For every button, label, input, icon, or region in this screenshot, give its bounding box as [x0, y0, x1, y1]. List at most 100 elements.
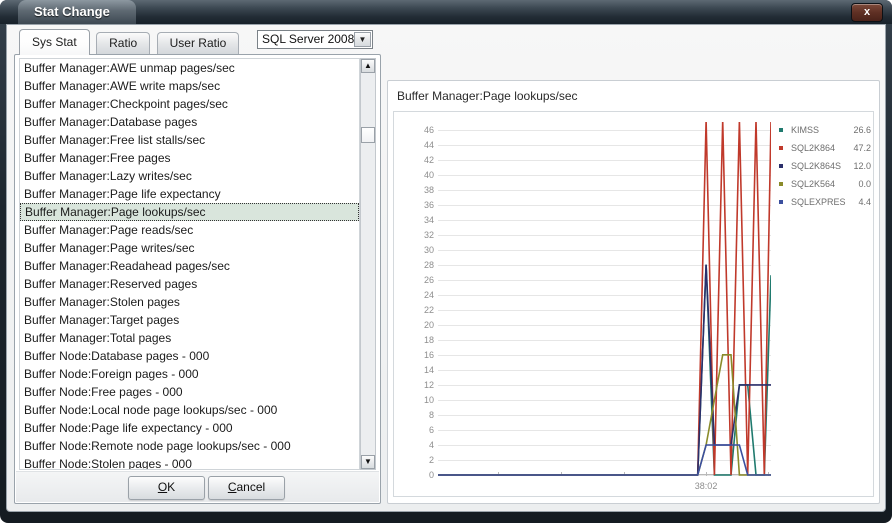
list-item[interactable]: Buffer Manager:Page lookups/sec — [20, 203, 359, 221]
stat-change-window: Stat Change x Sys Stat Ratio User Ratio … — [0, 0, 892, 523]
ok-rest: K — [167, 480, 176, 494]
ok-button[interactable]: OK — [128, 476, 205, 500]
scroll-up-icon[interactable]: ▲ — [361, 59, 375, 73]
list-item[interactable]: Buffer Manager:Free pages — [20, 149, 359, 167]
y-axis-tick-label: 20 — [423, 319, 434, 330]
list-item[interactable]: Buffer Manager:Total pages — [20, 329, 359, 347]
y-axis-tick-label: 8 — [428, 409, 434, 420]
dialog-button-bar: OK Cancel — [16, 471, 379, 502]
list-item[interactable]: Buffer Manager:Target pages — [20, 311, 359, 329]
chart-line-sqlexpres — [438, 444, 771, 476]
list-item[interactable]: Buffer Manager:Free list stalls/sec — [20, 131, 359, 149]
legend-series-value: 4.4 — [858, 197, 871, 207]
legend-series-name: KIMSS — [791, 125, 820, 135]
y-axis-tick-label: 42 — [423, 154, 434, 165]
cancel-button[interactable]: Cancel — [208, 476, 285, 500]
list-item[interactable]: Buffer Manager:AWE unmap pages/sec — [20, 59, 359, 77]
chart-legend: KIMSS 26.6 SQL2K864 47.2 SQL2K864S 12.0 SQL2K5… — [779, 122, 871, 212]
y-axis-tick-label: 22 — [423, 304, 434, 315]
legend-marker-icon — [779, 128, 783, 132]
x-axis-tick-label: 38:02 — [694, 481, 718, 491]
list-item[interactable]: Buffer Node:Database pages - 000 — [20, 347, 359, 365]
legend-series-value: 47.2 — [853, 143, 871, 153]
tab-strip: Sys Stat Ratio User Ratio — [19, 29, 241, 55]
y-axis-tick-label: 38 — [423, 184, 434, 195]
counter-list-scrollbar[interactable]: ▲ ▼ — [360, 58, 376, 470]
y-axis-tick-label: 14 — [423, 364, 434, 375]
tab-sys-stat[interactable]: Sys Stat — [19, 29, 90, 55]
legend-marker-icon — [779, 164, 783, 168]
server-version-value: SQL Server 2008 — [262, 32, 355, 46]
y-axis-tick-label: 46 — [423, 124, 434, 135]
y-axis-tick-label: 24 — [423, 289, 434, 300]
legend-item[interactable]: SQL2K864 47.2 — [779, 140, 871, 158]
tab-ratio[interactable]: Ratio — [96, 32, 151, 55]
legend-item[interactable]: SQL2K864S 12.0 — [779, 158, 871, 176]
legend-marker-icon — [779, 200, 783, 204]
cancel-rest: ancel — [236, 480, 266, 494]
list-item[interactable]: Buffer Manager:Lazy writes/sec — [20, 167, 359, 185]
chart-plot: 0 2 4 6 8 10 12 14 16 18 20 22 24 26 28 30 32 34 36 38 40 42 4… — [424, 122, 771, 491]
y-axis-tick-label: 4 — [428, 439, 434, 450]
list-item[interactable]: Buffer Manager:Page writes/sec — [20, 239, 359, 257]
chevron-down-icon[interactable]: ▼ — [354, 32, 371, 47]
y-axis-tick-label: 16 — [423, 349, 434, 360]
chart-title: Buffer Manager:Page lookups/sec — [397, 89, 578, 103]
legend-series-value: 12.0 — [853, 161, 871, 171]
legend-item[interactable]: SQL2K564 0.0 — [779, 176, 871, 194]
y-axis-tick-label: 40 — [423, 169, 434, 180]
list-item[interactable]: Buffer Node:Stolen pages - 000 — [20, 455, 359, 469]
y-axis-tick-label: 44 — [423, 139, 434, 150]
close-icon[interactable]: x — [851, 3, 883, 22]
list-item[interactable]: Buffer Manager:Page life expectancy — [20, 185, 359, 203]
chart-line-sql2k864 — [438, 122, 771, 476]
y-axis-tick-label: 26 — [423, 274, 434, 285]
legend-series-name: SQL2K864S — [791, 161, 842, 171]
y-axis-tick-label: 10 — [423, 394, 434, 405]
list-item[interactable]: Buffer Manager:AWE write maps/sec — [20, 77, 359, 95]
y-axis-tick-label: 18 — [423, 334, 434, 345]
legend-item[interactable]: SQLEXPRES 4.4 — [779, 194, 871, 212]
legend-series-name: SQL2K864 — [791, 143, 836, 153]
chart-line-sql2k564 — [438, 354, 771, 476]
legend-series-value: 0.0 — [858, 179, 871, 189]
tab-user-ratio[interactable]: User Ratio — [156, 32, 240, 55]
list-item[interactable]: Buffer Manager:Readahead pages/sec — [20, 257, 359, 275]
chart-series-layer — [438, 122, 771, 476]
server-version-select[interactable]: SQL Server 2008 ▼ — [257, 30, 373, 49]
list-item[interactable]: Buffer Node:Remote node page lookups/sec… — [20, 437, 359, 455]
chart-panel: Buffer Manager:Page lookups/sec 0 2 4 6 8 10 1… — [387, 80, 880, 504]
y-axis-tick-label: 36 — [423, 199, 434, 210]
window-titlebar: Stat Change x — [0, 0, 892, 24]
y-axis-tick-label: 6 — [428, 424, 434, 435]
y-axis-tick-label: 0 — [428, 470, 434, 480]
dialog-client-area: Sys Stat Ratio User Ratio SQL Server 200… — [6, 24, 886, 512]
y-axis-tick-label: 12 — [423, 379, 434, 390]
scrollbar-thumb[interactable] — [361, 127, 375, 143]
list-item[interactable]: Buffer Manager:Reserved pages — [20, 275, 359, 293]
list-item[interactable]: Buffer Manager:Stolen pages — [20, 293, 359, 311]
chart-area: 0 2 4 6 8 10 12 14 16 18 20 22 24 26 28 30 32 34 36 38 40 42 4… — [393, 111, 874, 497]
legend-item[interactable]: KIMSS 26.6 — [779, 122, 871, 140]
y-axis-tick-label: 2 — [428, 454, 434, 465]
legend-marker-icon — [779, 182, 783, 186]
counter-listbox[interactable]: Buffer Manager:AWE unmap pages/sec Buffer… — [19, 58, 360, 470]
legend-series-value: 26.6 — [853, 125, 871, 135]
legend-series-name: SQLEXPRES — [791, 197, 846, 207]
window-title: Stat Change — [18, 0, 136, 24]
y-axis-tick-label: 30 — [423, 244, 434, 255]
ok-accel: O — [157, 480, 168, 494]
chart-line-sql2k864s — [438, 264, 771, 476]
scroll-down-icon[interactable]: ▼ — [361, 455, 375, 469]
y-axis-tick-label: 34 — [423, 214, 434, 225]
list-item[interactable]: Buffer Node:Free pages - 000 — [20, 383, 359, 401]
list-item[interactable]: Buffer Node:Page life expectancy - 000 — [20, 419, 359, 437]
list-item[interactable]: Buffer Node:Foreign pages - 000 — [20, 365, 359, 383]
counter-list-panel: Buffer Manager:AWE unmap pages/sec Buffer… — [14, 54, 381, 504]
legend-series-name: SQL2K564 — [791, 179, 836, 189]
list-item[interactable]: Buffer Node:Local node page lookups/sec … — [20, 401, 359, 419]
list-item[interactable]: Buffer Manager:Database pages — [20, 113, 359, 131]
list-item[interactable]: Buffer Manager:Page reads/sec — [20, 221, 359, 239]
legend-marker-icon — [779, 146, 783, 150]
list-item[interactable]: Buffer Manager:Checkpoint pages/sec — [20, 95, 359, 113]
